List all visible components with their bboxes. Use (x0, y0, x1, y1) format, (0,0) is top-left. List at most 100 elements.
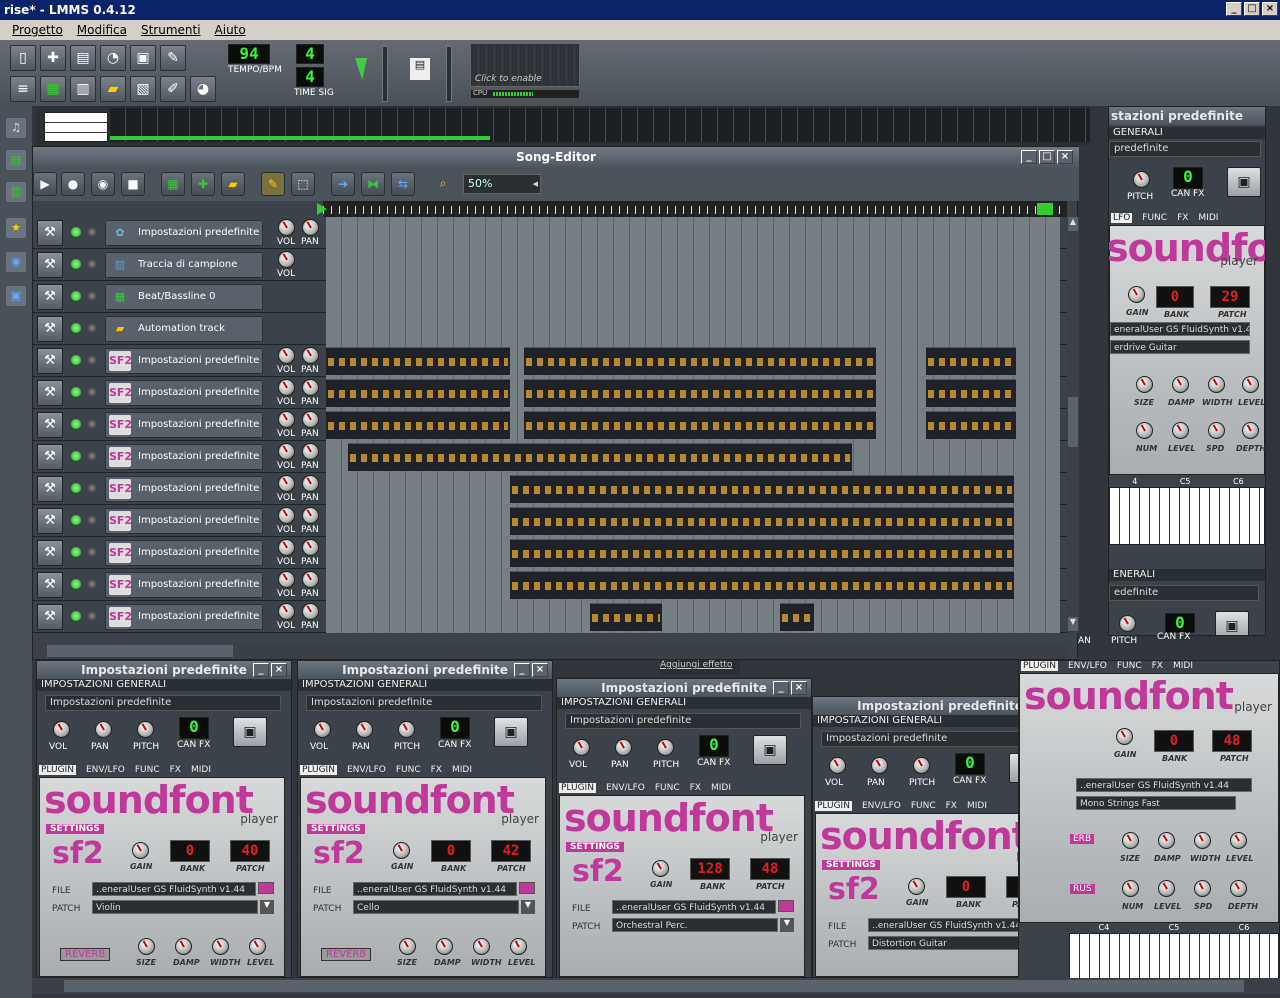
instrument-name-field[interactable]: Impostazioni predefinite (565, 713, 801, 729)
track-actions-icon[interactable]: ⚒ (37, 540, 63, 566)
pan-knob[interactable] (302, 475, 319, 492)
fx-mixer-icon[interactable]: ▧ (130, 76, 156, 102)
br-tab-envlfo[interactable]: ENV/LFO (1068, 661, 1107, 671)
pattern-clip[interactable] (348, 443, 852, 471)
instrument-minimize-button[interactable]: _ (773, 681, 789, 695)
tab-env-lfo[interactable]: ENV/LFO (606, 783, 645, 793)
menu-aiuto[interactable]: Aiuto (215, 23, 246, 37)
vol-knob[interactable] (314, 721, 331, 738)
right-reverb-size-knob[interactable] (1136, 376, 1153, 393)
track-actions-icon[interactable]: ⚒ (37, 604, 63, 630)
draw-mode-icon[interactable]: ✎ (261, 172, 285, 196)
bank-display[interactable]: 0 (170, 840, 210, 862)
tab-plugin[interactable]: PLUGIN (300, 765, 337, 775)
tab-midi[interactable]: MIDI (191, 765, 211, 775)
br-chorus-label[interactable]: RUS (1070, 884, 1095, 894)
track-mute-led[interactable] (71, 259, 81, 269)
br-tab-midi[interactable]: MIDI (1173, 661, 1193, 671)
br-tab-func[interactable]: FUNC (1117, 661, 1142, 671)
patch-display[interactable]: 40 (230, 840, 270, 862)
tempo-display[interactable]: 94 (228, 44, 270, 64)
pattern-clip[interactable] (524, 347, 876, 375)
track-actions-icon[interactable]: ⚒ (37, 284, 63, 310)
right-file-field[interactable]: eneralUser GS FluidSynth v1.44 (1110, 322, 1250, 336)
right-canfx-display[interactable]: 0 (1173, 167, 1203, 189)
song-horizontal-scrollbar[interactable] (33, 643, 1067, 659)
track-mute-led[interactable] (71, 515, 81, 525)
vol-knob[interactable] (829, 757, 846, 774)
pattern-clip[interactable] (524, 379, 876, 407)
pattern-clip[interactable] (780, 603, 814, 631)
master-pitch-icon[interactable]: ▤ (410, 58, 430, 80)
track-lane[interactable] (326, 601, 1060, 633)
new-project-icon[interactable]: ▯ (10, 45, 36, 71)
patch-field[interactable]: Cello (353, 900, 519, 914)
instrument-close-button[interactable]: × (532, 663, 548, 677)
reverb-damp-knob[interactable] (175, 938, 192, 955)
right-piano-keyboard[interactable] (1109, 487, 1265, 545)
instrument-minimize-button[interactable]: _ (514, 663, 530, 677)
track-mute-led[interactable] (71, 355, 81, 365)
tab-midi[interactable]: MIDI (967, 801, 987, 811)
patch-field[interactable]: Violin (92, 900, 258, 914)
right-tab-midi[interactable]: MIDI (1198, 213, 1218, 223)
vol-knob[interactable] (278, 379, 295, 396)
tab-func[interactable]: FUNC (655, 783, 680, 793)
track-mute-led[interactable] (71, 387, 81, 397)
record-icon[interactable]: ● (61, 172, 85, 196)
track-lane[interactable] (326, 217, 1060, 249)
loop-end-marker[interactable] (1037, 203, 1053, 215)
track-solo-led[interactable] (87, 323, 97, 333)
maximize-button[interactable]: □ (1244, 2, 1260, 16)
workspace-horizontal-scrollbar[interactable] (32, 978, 1280, 994)
bank-display[interactable]: 128 (690, 858, 730, 880)
track-solo-led[interactable] (87, 291, 97, 301)
track-solo-led[interactable] (87, 387, 97, 397)
tab-env-lfo[interactable]: ENV/LFO (862, 801, 901, 811)
br-piano-keyboard[interactable] (1069, 933, 1279, 979)
zoom-dropdown-icon[interactable]: ◂ (532, 175, 538, 193)
track-actions-icon[interactable]: ⚒ (37, 572, 63, 598)
track-actions-icon[interactable]: ⚒ (37, 412, 63, 438)
tab-func[interactable]: FUNC (911, 801, 936, 811)
track-solo-led[interactable] (87, 227, 97, 237)
menu-progetto[interactable]: Progetto (12, 23, 63, 37)
track-actions-icon[interactable]: ⚒ (37, 508, 63, 534)
hscroll-thumb[interactable] (47, 645, 233, 657)
instrument-name-field[interactable]: Impostazioni predefinite (45, 695, 281, 711)
scroll-down-icon[interactable]: ▼ (1068, 617, 1078, 631)
tab-plugin[interactable]: PLUGIN (815, 801, 852, 811)
menu-strumenti[interactable]: Strumenti (141, 23, 201, 37)
right-instrument-name2[interactable]: edefinite (1109, 585, 1259, 601)
track-mute-led[interactable] (71, 291, 81, 301)
patch-dropdown-icon[interactable]: ▼ (780, 918, 794, 932)
track-mute-led[interactable] (71, 611, 81, 621)
pitch-knob[interactable] (913, 757, 930, 774)
br-num-knob[interactable] (1122, 880, 1139, 897)
stop-icon[interactable]: ■ (121, 172, 145, 196)
right-tab-fx[interactable]: FX (1177, 213, 1188, 223)
track-solo-led[interactable] (87, 483, 97, 493)
pattern-clip[interactable] (510, 507, 1014, 535)
vol-knob[interactable] (278, 603, 295, 620)
my-presets-icon[interactable]: ▥ (6, 182, 26, 202)
pan-knob[interactable] (302, 411, 319, 428)
new-from-template-icon[interactable]: ✚ (40, 45, 66, 71)
right-instrument-name[interactable]: predefinite (1109, 141, 1261, 157)
instrument-close-button[interactable]: × (271, 663, 287, 677)
file-field[interactable]: ..eneralUser GS FluidSynth v1.44 (353, 882, 517, 896)
add-sample-track-icon[interactable]: ✚ (191, 172, 215, 196)
pan-knob[interactable] (302, 379, 319, 396)
workspace-hscroll-thumb[interactable] (64, 980, 1244, 992)
track-actions-icon[interactable]: ⚒ (37, 348, 63, 374)
vol-knob[interactable] (278, 443, 295, 460)
patch-dropdown-icon[interactable]: ▼ (521, 900, 535, 914)
master-volume-slider[interactable] (382, 46, 388, 102)
add-effect-button[interactable]: Aggiungi effetto (660, 660, 740, 674)
vol-knob[interactable] (573, 739, 590, 756)
track-solo-led[interactable] (87, 451, 97, 461)
reverb-width-knob[interactable] (212, 938, 229, 955)
open-file-icon[interactable] (519, 882, 535, 894)
right-patch-field[interactable]: erdrive Guitar (1110, 340, 1250, 354)
tab-fx[interactable]: FX (431, 765, 442, 775)
